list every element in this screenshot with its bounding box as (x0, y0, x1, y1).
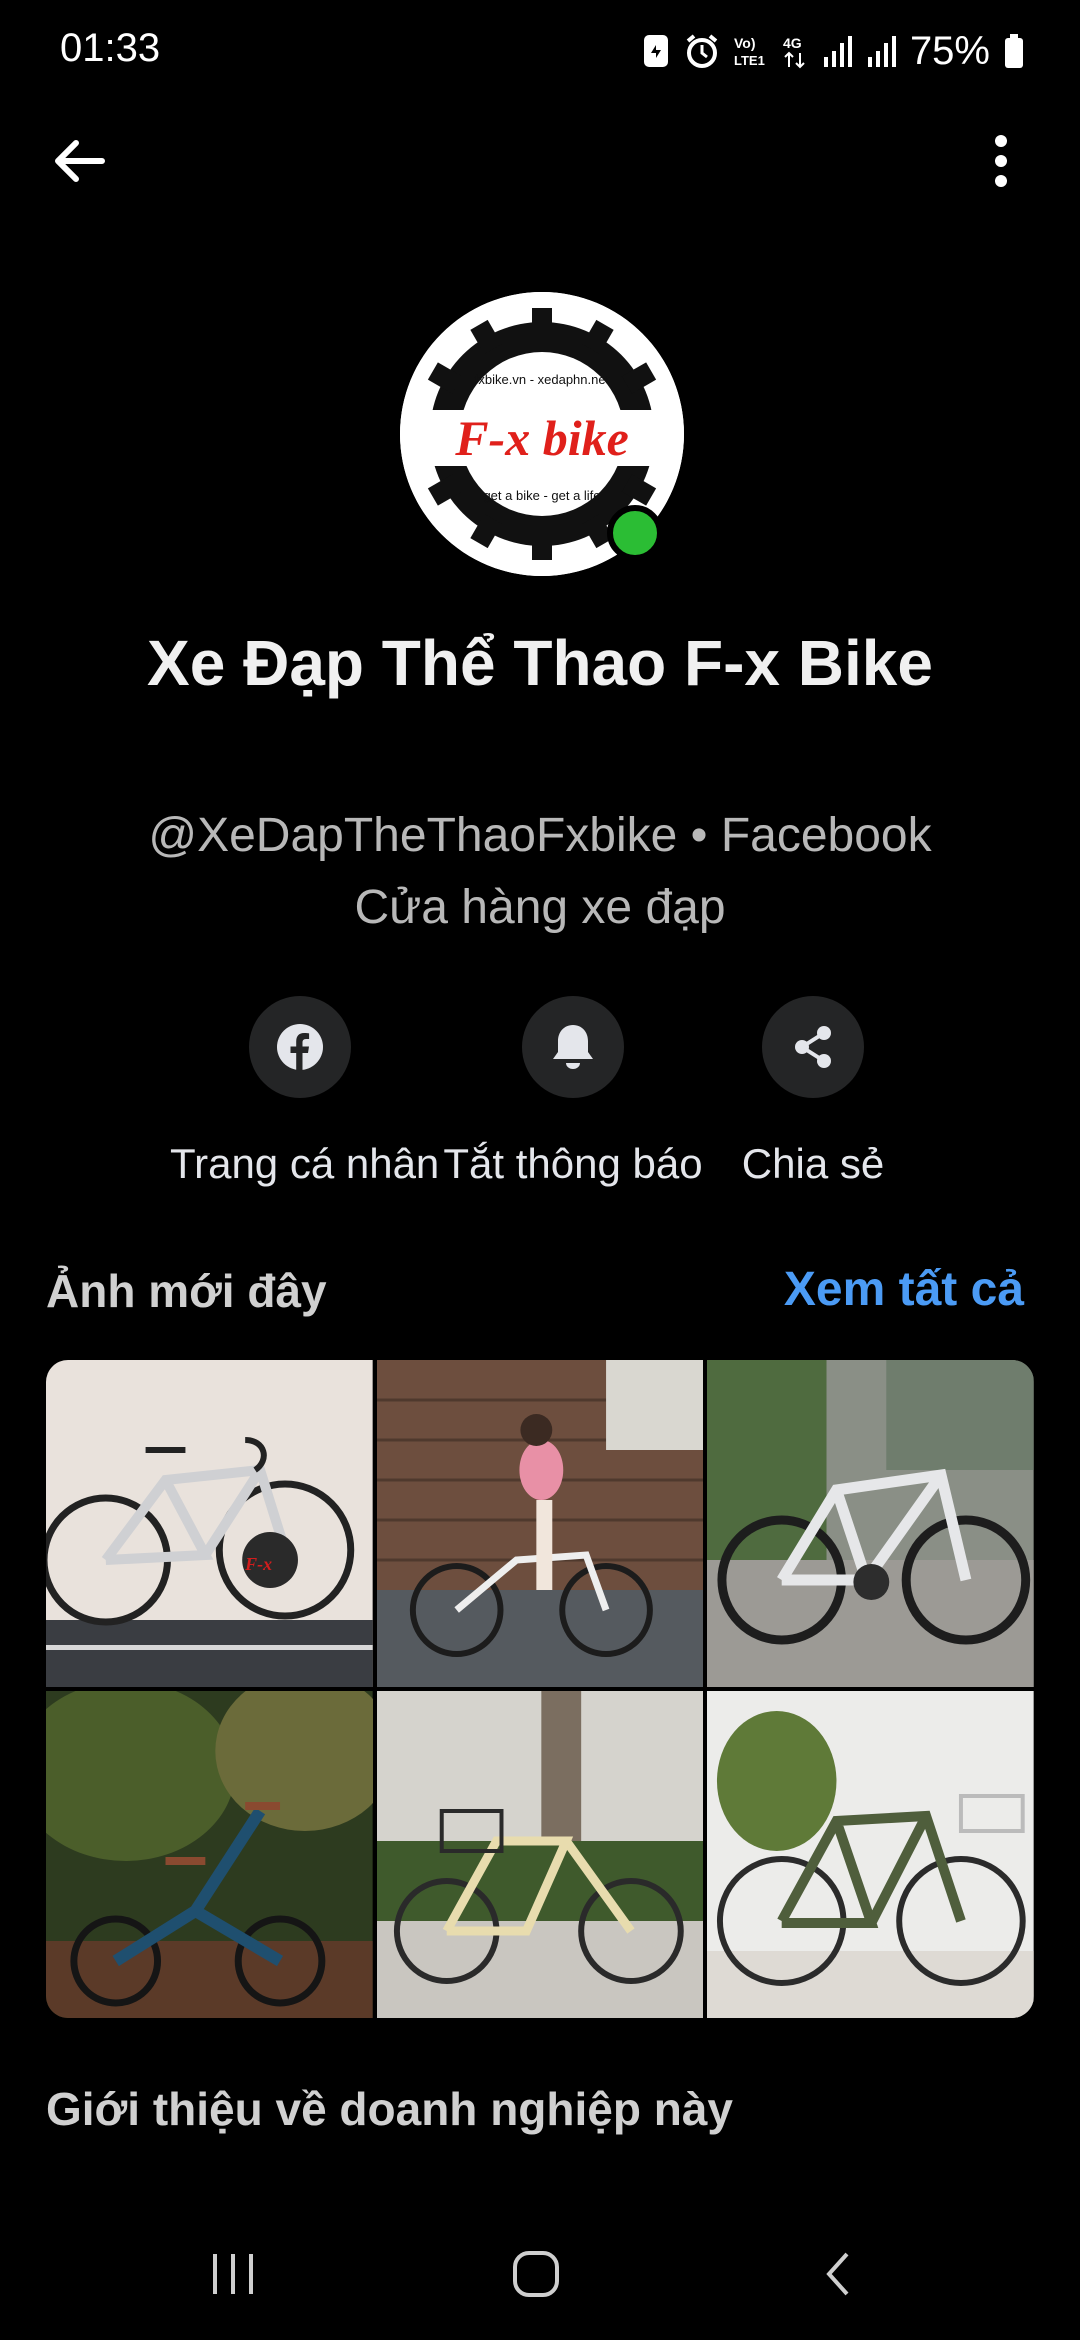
recent-photos-title: Ảnh mới đây (46, 1265, 327, 1317)
home-button[interactable] (496, 2234, 576, 2314)
photo-grid: F-x (46, 1360, 1034, 2018)
battery-percent: 75% (909, 28, 990, 73)
mountain-bike-photo-image (707, 1360, 1034, 1687)
alarm-icon (686, 34, 718, 68)
profile-action-button[interactable] (249, 996, 351, 1098)
share-icon (795, 1026, 831, 1068)
photo-thumbnail[interactable] (707, 1691, 1034, 2018)
mute-notifications-label: Tắt thông báo (443, 1140, 703, 1187)
arrow-left-icon (55, 140, 105, 182)
svg-text:LTE1: LTE1 (734, 53, 765, 68)
status-bar: 01:33 Vo) LTE1 4G 75% (0, 0, 1080, 100)
photo-thumbnail[interactable]: F-x (46, 1360, 373, 1687)
facebook-icon (277, 1024, 323, 1070)
svg-text:4G: 4G (783, 35, 802, 51)
more-vertical-icon (995, 135, 1007, 187)
svg-text:F-x bike: F-x bike (454, 410, 629, 466)
mute-notifications-action[interactable]: Tắt thông báo (443, 996, 703, 1188)
folding-bike-photo-image (46, 1691, 373, 2018)
status-time: 01:33 (60, 26, 161, 70)
system-back-button[interactable] (798, 2234, 878, 2314)
svg-text:Vo): Vo) (734, 35, 756, 51)
recent-apps-button[interactable] (193, 2234, 273, 2314)
photo-thumbnail[interactable] (376, 1360, 704, 1687)
bike-photo-image: F-x (46, 1360, 373, 1687)
city-bike-photo-image (376, 1691, 704, 2018)
share-label: Chia sẻ (741, 1140, 885, 1187)
mute-notifications-button[interactable] (522, 996, 624, 1098)
svg-text:fxbike.vn - xedaphn.net: fxbike.vn - xedaphn.net (475, 372, 610, 387)
volte-icon: Vo) LTE1 (734, 35, 765, 68)
battery-icon (1005, 34, 1023, 68)
app-bar (0, 110, 1080, 210)
sync-icon (643, 35, 668, 67)
touring-bike-photo-image (707, 1691, 1034, 2018)
4g-icon: 4G (783, 35, 805, 69)
recent-apps-icon (213, 2254, 253, 2294)
photo-thumbnail[interactable] (46, 1691, 373, 2018)
svg-text:get a bike - get a life: get a bike - get a life (483, 488, 600, 503)
bell-icon (553, 1025, 593, 1069)
back-button[interactable] (44, 126, 114, 196)
share-button[interactable] (762, 996, 864, 1098)
rider-photo-image (376, 1360, 704, 1687)
home-icon (513, 2251, 559, 2297)
status-icons: Vo) LTE1 4G 75% (642, 26, 1024, 76)
online-status-dot (607, 505, 663, 561)
system-nav-bar (0, 2200, 1080, 2340)
page-category: Cửa hàng xe đạp (354, 881, 726, 934)
more-options-button[interactable] (966, 126, 1036, 196)
about-business-title: Giới thiệu về doanh nghiệp này (46, 2083, 733, 2135)
share-action[interactable]: Chia sẻ (683, 996, 943, 1188)
profile-action[interactable]: Trang cá nhân (170, 996, 440, 1188)
profile-action-label: Trang cá nhân (170, 1140, 440, 1187)
photo-thumbnail[interactable] (707, 1360, 1034, 1687)
see-all-link[interactable]: Xem tất cả (784, 1262, 1024, 1317)
signal-icon-1 (823, 36, 852, 67)
page-title: Xe Đạp Thể Thao F-x Bike (147, 627, 933, 699)
page-handle: @XeDapTheThaoFxbike • Facebook (148, 809, 932, 862)
signal-icon-2 (867, 36, 896, 67)
chevron-left-icon (826, 2252, 849, 2296)
svg-text:F-x: F-x (244, 1554, 272, 1574)
photo-thumbnail[interactable] (376, 1691, 704, 2018)
